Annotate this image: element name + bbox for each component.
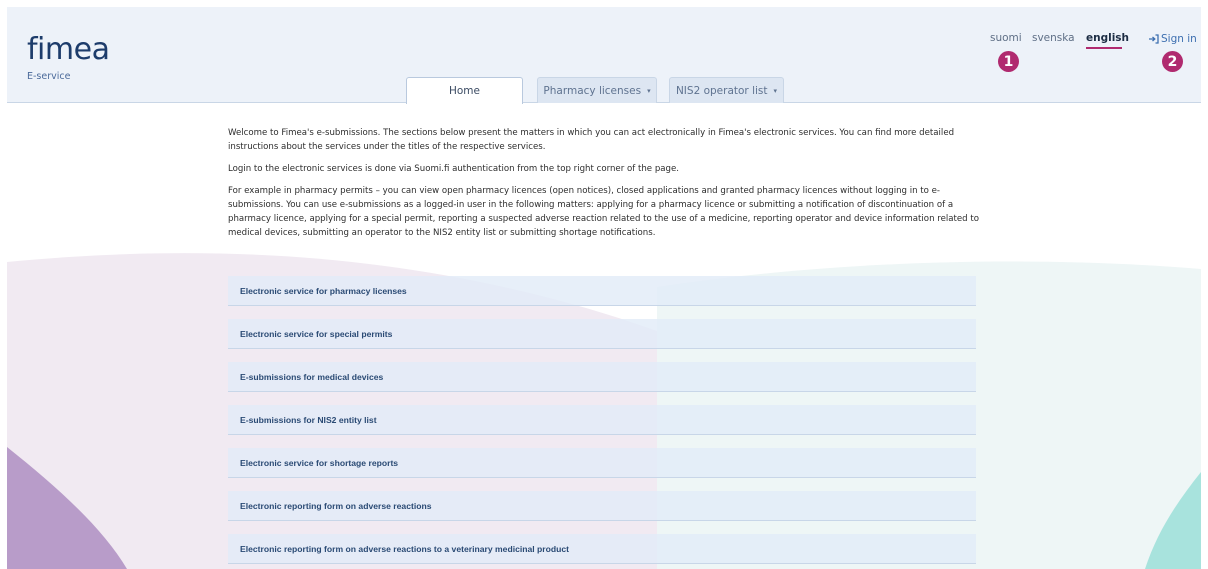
- annotation-badge-2: 2: [1162, 51, 1183, 72]
- sign-in-label: Sign in: [1161, 33, 1197, 45]
- tab-pharmacy-licenses[interactable]: Pharmacy licenses ▾: [537, 77, 657, 103]
- caret-down-icon: ▾: [773, 86, 778, 95]
- active-language-underline: [1086, 47, 1122, 49]
- lang-svenska[interactable]: svenska: [1032, 31, 1075, 45]
- tab-nis2-operator-list[interactable]: NIS2 operator list ▾: [669, 77, 784, 103]
- service-pharmacy-licenses[interactable]: Electronic service for pharmacy licenses: [228, 276, 976, 306]
- lang-suomi[interactable]: suomi: [990, 31, 1022, 45]
- tab-home[interactable]: Home: [406, 77, 523, 104]
- intro-paragraph-welcome: Welcome to Fimea's e-submissions. The se…: [228, 128, 955, 152]
- service-shortage-reports[interactable]: Electronic service for shortage reports: [228, 448, 976, 478]
- service-adverse-reactions[interactable]: Electronic reporting form on adverse rea…: [228, 491, 976, 521]
- sign-in-arrow-icon: [1149, 34, 1159, 44]
- page-frame: fimea E-service suomi svenska english Si…: [7, 7, 1201, 569]
- intro-paragraph-examples: For example in pharmacy permits – you ca…: [228, 186, 979, 238]
- tab-home-label: Home: [448, 85, 480, 97]
- service-adverse-reactions-veterinary[interactable]: Electronic reporting form on adverse rea…: [228, 534, 976, 564]
- annotation-badge-1: 1: [998, 51, 1019, 72]
- service-nis2-entity-list[interactable]: E-submissions for NIS2 entity list: [228, 405, 976, 435]
- fimea-logo[interactable]: fimea: [27, 35, 110, 65]
- e-service-label: E-service: [27, 71, 71, 82]
- tab-nis2-operator-list-label: NIS2 operator list: [675, 84, 768, 97]
- lang-english[interactable]: english: [1086, 31, 1129, 45]
- site-header: fimea E-service suomi svenska english Si…: [7, 7, 1201, 104]
- intro-text: Welcome to Fimea's e-submissions. The se…: [228, 126, 988, 248]
- tab-pharmacy-licenses-label: Pharmacy licenses: [543, 84, 642, 97]
- service-medical-devices[interactable]: E-submissions for medical devices: [228, 362, 976, 392]
- caret-down-icon: ▾: [647, 86, 651, 95]
- service-special-permits[interactable]: Electronic service for special permits: [228, 319, 976, 349]
- intro-paragraph-login: Login to the electronic services is done…: [228, 164, 680, 174]
- sign-in-link[interactable]: Sign in: [1148, 32, 1197, 46]
